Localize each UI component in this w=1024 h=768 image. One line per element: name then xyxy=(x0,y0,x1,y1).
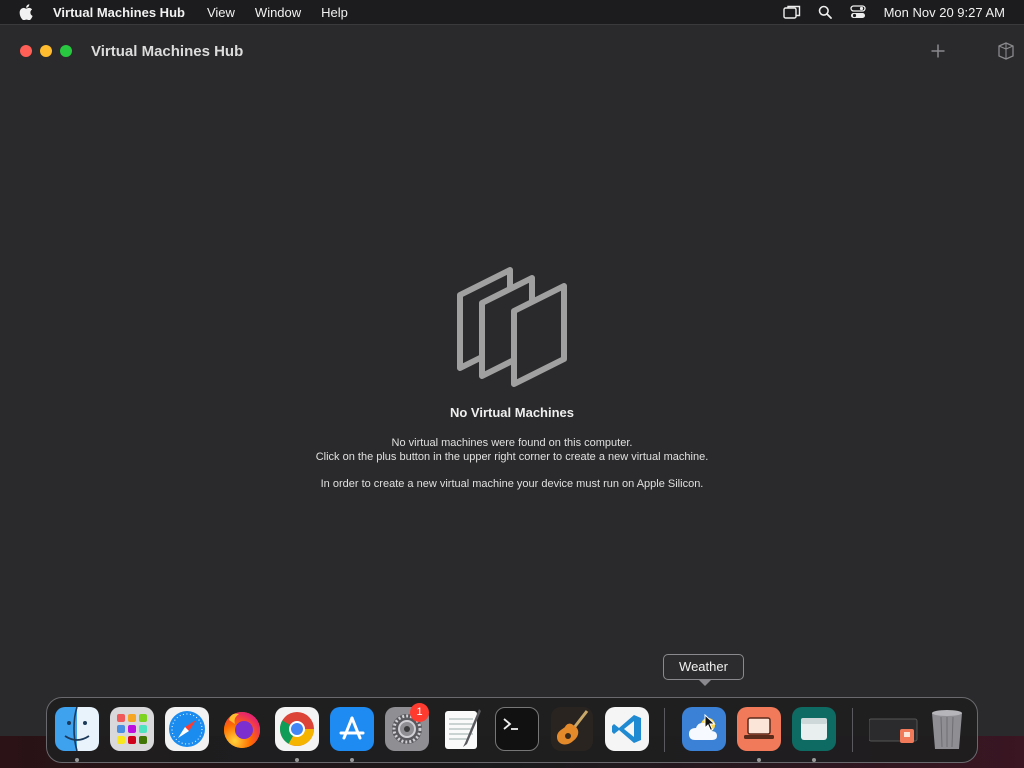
window-titlebar: Virtual Machines Hub xyxy=(0,25,1024,77)
empty-state-title: No Virtual Machines xyxy=(449,405,574,420)
minimize-window-button[interactable] xyxy=(40,45,52,57)
dock-chrome[interactable] xyxy=(275,707,319,751)
empty-state-line-3: In order to create a new virtual machine… xyxy=(320,478,704,490)
mouse-cursor-icon xyxy=(704,714,716,732)
plus-icon xyxy=(931,44,945,58)
window-title: Virtual Machines Hub xyxy=(91,42,244,60)
empty-state-line-1: No virtual machines were found on this c… xyxy=(391,437,633,449)
menu-bar: Virtual Machines Hub View Window Help Mo… xyxy=(0,0,1024,24)
dock-running-dot xyxy=(812,758,816,762)
terminal-icon xyxy=(503,718,518,730)
dock-textedit[interactable] xyxy=(440,707,484,751)
textedit-icon xyxy=(445,709,481,749)
vm-library-icon xyxy=(998,42,1014,60)
dock-tooltip: Weather xyxy=(663,654,744,686)
firefox-icon xyxy=(224,712,260,748)
archive-box-icon xyxy=(801,718,827,740)
dock-finder[interactable] xyxy=(55,707,99,751)
dock-virtual-machines-hub[interactable] xyxy=(737,707,781,751)
trash-icon xyxy=(932,710,962,749)
app-store-icon xyxy=(339,716,365,740)
dock-downloads-stack[interactable] xyxy=(869,707,919,751)
spotlight-search-icon[interactable] xyxy=(816,4,834,20)
dock-archive-utility[interactable] xyxy=(792,707,836,751)
zoom-window-button[interactable] xyxy=(60,45,72,57)
close-window-button[interactable] xyxy=(20,45,32,57)
dock-safari[interactable] xyxy=(165,707,209,751)
dock xyxy=(46,697,978,763)
window-controls xyxy=(20,45,80,57)
empty-state-line-2: Click on the plus button in the upper ri… xyxy=(315,451,709,463)
launchpad-grid-icon xyxy=(117,714,147,744)
dock-trash[interactable] xyxy=(925,707,969,751)
finder-icon xyxy=(55,707,99,751)
dock-vscode[interactable] xyxy=(605,707,649,751)
downloads-stack-icon xyxy=(869,718,918,743)
dock-garageband[interactable] xyxy=(550,707,594,751)
dock-launchpad[interactable] xyxy=(110,707,154,751)
apple-menu-icon[interactable] xyxy=(18,4,34,20)
dock-terminal[interactable] xyxy=(495,707,539,751)
empty-state-description: No virtual machines were found on this c… xyxy=(0,436,1024,464)
control-center-icon[interactable] xyxy=(849,4,867,20)
menu-window[interactable]: Window xyxy=(255,5,301,20)
menu-bar-clock[interactable]: Mon Nov 20 9:27 AM xyxy=(884,5,1005,20)
laptop-icon xyxy=(744,717,774,739)
dock-separator-2 xyxy=(852,708,853,752)
dock-running-dot xyxy=(757,758,761,762)
dock-running-dot xyxy=(350,758,354,762)
menu-app-name[interactable]: Virtual Machines Hub xyxy=(53,5,185,20)
chrome-icon xyxy=(280,712,314,746)
notification-badge: 1 xyxy=(410,703,429,722)
add-vm-button[interactable] xyxy=(926,39,950,63)
menu-view[interactable]: View xyxy=(207,5,235,20)
safari-compass-icon xyxy=(169,711,205,747)
dock-app-store[interactable] xyxy=(330,707,374,751)
dock-running-dot xyxy=(295,758,299,762)
menu-help[interactable]: Help xyxy=(321,5,348,20)
dock-firefox[interactable] xyxy=(220,707,264,751)
screen-mirroring-icon[interactable] xyxy=(782,4,801,20)
vm-library-button[interactable] xyxy=(994,39,1018,63)
vscode-icon xyxy=(612,715,641,743)
stacked-vms-icon xyxy=(457,267,567,387)
empty-state: No Virtual Machines No virtual machines … xyxy=(0,265,1024,490)
guitar-icon xyxy=(551,707,593,751)
dock-running-dot xyxy=(75,758,79,762)
dock-separator xyxy=(664,708,665,752)
main-window: Virtual Machines Hub No Virtual Machines… xyxy=(0,24,1024,736)
